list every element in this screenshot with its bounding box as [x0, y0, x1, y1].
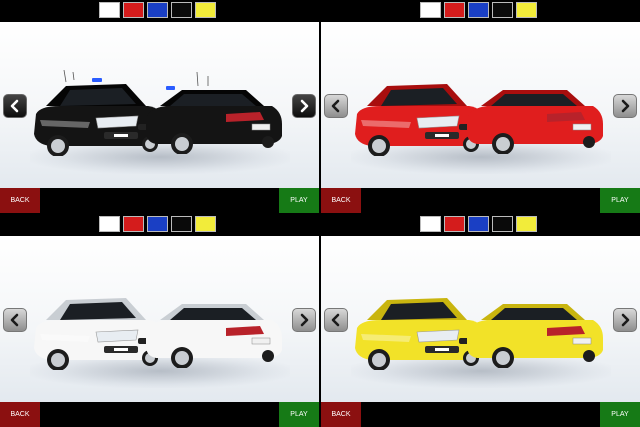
- swatch-black[interactable]: [492, 2, 513, 18]
- bottom-bar: BACK PLAY: [0, 188, 319, 213]
- swatch-yellow[interactable]: [195, 216, 216, 232]
- car-rear-view: [146, 304, 282, 368]
- swatch-white[interactable]: [99, 2, 120, 18]
- color-swatches: [420, 2, 537, 18]
- color-picker-bar: [0, 214, 319, 236]
- showroom-scene: [321, 22, 640, 188]
- next-car-button[interactable]: [292, 308, 316, 332]
- screenshot-grid: BACK PLAY BACK PLAY BACK PLAY BACK PLAY: [0, 0, 640, 427]
- swatch-white[interactable]: [420, 216, 441, 232]
- swatch-red[interactable]: [444, 2, 465, 18]
- next-car-button[interactable]: [613, 94, 637, 118]
- car-select-panel-yellow: BACK PLAY: [321, 214, 640, 427]
- bottom-bar: BACK PLAY: [0, 402, 319, 427]
- play-button[interactable]: PLAY: [279, 402, 319, 427]
- play-button[interactable]: PLAY: [600, 188, 640, 213]
- color-swatches: [99, 2, 216, 18]
- showroom-scene: [0, 22, 319, 188]
- color-picker-bar: [321, 0, 640, 22]
- color-picker-bar: [321, 214, 640, 236]
- car-select-panel-black: BACK PLAY: [0, 0, 319, 213]
- swatch-red[interactable]: [444, 216, 465, 232]
- play-button[interactable]: PLAY: [600, 402, 640, 427]
- car-select-panel-white: BACK PLAY: [0, 214, 319, 427]
- swatch-red[interactable]: [123, 216, 144, 232]
- chevron-left-icon: [10, 313, 19, 327]
- back-button[interactable]: BACK: [0, 188, 40, 213]
- showroom-scene: [0, 236, 319, 402]
- previous-car-button[interactable]: [324, 308, 348, 332]
- swatch-black[interactable]: [171, 2, 192, 18]
- swatch-black[interactable]: [492, 216, 513, 232]
- bottom-bar: BACK PLAY: [321, 402, 640, 427]
- swatch-blue[interactable]: [468, 2, 489, 18]
- color-swatches: [420, 216, 537, 232]
- swatch-white[interactable]: [420, 2, 441, 18]
- showroom-scene: [321, 236, 640, 402]
- swatch-blue[interactable]: [147, 216, 168, 232]
- chevron-left-icon: [331, 99, 340, 113]
- back-button[interactable]: BACK: [321, 402, 361, 427]
- chevron-right-icon: [300, 99, 309, 113]
- swatch-yellow[interactable]: [516, 2, 537, 18]
- previous-car-button[interactable]: [3, 308, 27, 332]
- chevron-right-icon: [621, 99, 630, 113]
- chevron-left-icon: [10, 99, 19, 113]
- bottom-bar: BACK PLAY: [321, 188, 640, 213]
- swatch-blue[interactable]: [468, 216, 489, 232]
- car-rear-view: [467, 90, 603, 154]
- chevron-left-icon: [331, 313, 340, 327]
- back-button[interactable]: BACK: [321, 188, 361, 213]
- color-swatches: [99, 216, 216, 232]
- previous-car-button[interactable]: [3, 94, 27, 118]
- swatch-black[interactable]: [171, 216, 192, 232]
- back-button[interactable]: BACK: [0, 402, 40, 427]
- color-picker-bar: [0, 0, 319, 22]
- swatch-blue[interactable]: [147, 2, 168, 18]
- previous-car-button[interactable]: [324, 94, 348, 118]
- chevron-right-icon: [300, 313, 309, 327]
- next-car-button[interactable]: [292, 94, 316, 118]
- swatch-yellow[interactable]: [195, 2, 216, 18]
- car-rear-view: [146, 72, 282, 154]
- car-select-panel-red: BACK PLAY: [321, 0, 640, 213]
- car-rear-view: [467, 304, 603, 368]
- play-button[interactable]: PLAY: [279, 188, 319, 213]
- swatch-yellow[interactable]: [516, 216, 537, 232]
- swatch-white[interactable]: [99, 216, 120, 232]
- next-car-button[interactable]: [613, 308, 637, 332]
- chevron-right-icon: [621, 313, 630, 327]
- swatch-red[interactable]: [123, 2, 144, 18]
